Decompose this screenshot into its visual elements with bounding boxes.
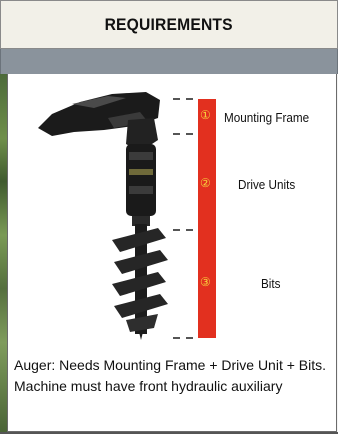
section-bar — [198, 99, 216, 338]
section-label-mounting-frame: Mounting Frame — [224, 110, 310, 125]
background-photo-edge — [0, 74, 7, 432]
section-number-3: ③ — [200, 275, 211, 289]
header-bar: REQUIREMENTS — [0, 0, 338, 49]
section-number-1: ① — [200, 108, 211, 122]
requirements-panel: ① Mounting Frame ② Drive Units ③ Bits Au… — [7, 74, 337, 432]
auger-image — [38, 92, 168, 340]
subheader-bar — [0, 49, 338, 74]
requirements-caption: Auger: Needs Mounting Frame + Drive Unit… — [14, 357, 327, 394]
section-label-bits: Bits — [261, 276, 281, 291]
page-title: REQUIREMENTS — [104, 14, 234, 34]
requirements-card: REQUIREMENTS ① Mounting Frame ② Drive Un… — [0, 0, 338, 434]
section-label-drive-units: Drive Units — [238, 177, 296, 192]
section-number-2: ② — [200, 176, 211, 190]
